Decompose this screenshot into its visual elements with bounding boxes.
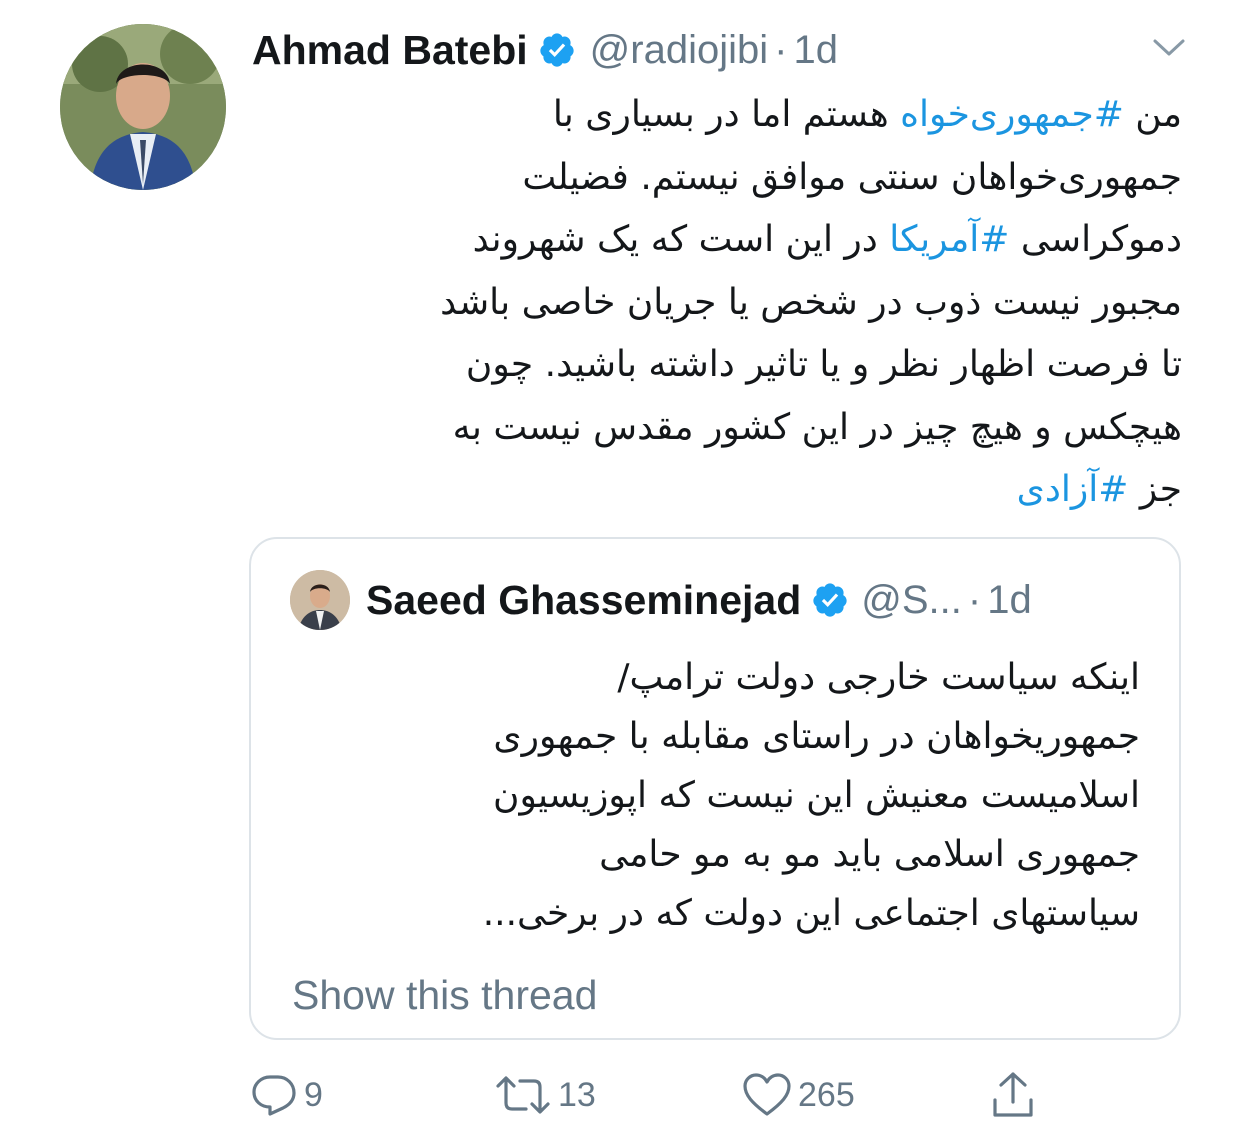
tweet-text-segment: مجبور نیست ذوب در شخص یا جریان خاصی باشد [440,281,1182,323]
separator-dot: · [967,577,982,622]
quoted-text-line: جمهوریخواهان در راستای مقابله با جمهوری [493,716,1140,757]
like-button[interactable]: 265 [742,1068,855,1122]
tweet-text-segment: در این است که یک شهروند [472,219,890,260]
tweet-timestamp[interactable]: 1d [793,28,838,73]
heart-icon [742,1072,792,1118]
tweet-text-line: هیچکس و هیچ چیز در این کشور مقدس نیست به [250,397,1182,460]
like-count: 265 [798,1075,855,1114]
verified-badge-icon [811,581,849,619]
quoted-text-line: سیاستهای اجتماعی این دولت که در برخی... [482,893,1140,934]
reply-count: 9 [304,1075,323,1114]
quoted-tweet-text: اینکه سیاست خارجی دولت ترامپ/ جمهوریخواه… [290,648,1140,943]
share-button[interactable] [990,1068,1036,1122]
tweet-text-line: من #جمهوری‌خواه هستم اما در بسیاری با [250,84,1182,147]
separator-dot: · [774,27,788,72]
tweet-text-segment: دموکراسی [1009,219,1182,260]
share-icon [990,1070,1036,1120]
quoted-tweet-header: Saeed Ghasseminejad @S... · 1d [366,572,1032,628]
tweet-text-line: جمهوری‌خواهان سنتی موافق نیستم. فضیلت [250,147,1182,210]
tweet-header: Ahmad Batebi @radiojibi · 1d [252,22,838,78]
chevron-down-icon[interactable] [1150,32,1188,62]
retweet-button[interactable]: 13 [494,1068,596,1122]
tweet-text-line: تا فرصت اظهار نظر و یا تاثیر داشته باشید… [250,334,1182,397]
tweet-text-segment: هستم اما در بسیاری با [552,94,901,135]
retweet-icon [494,1073,552,1117]
reply-icon [250,1073,298,1117]
hashtag-link[interactable]: #آمریکا [889,219,1009,260]
tweet-text-segment: جمهوری‌خواهان سنتی موافق نیستم. فضیلت [522,156,1182,198]
quoted-tweet-timestamp[interactable]: 1d [987,578,1032,623]
author-name[interactable]: Ahmad Batebi [252,27,528,74]
verified-badge-icon [538,31,576,69]
tweet-text-segment: تا فرصت اظهار نظر و یا تاثیر داشته باشید… [465,344,1182,385]
quoted-author-avatar[interactable] [290,570,350,630]
quoted-text-line: اینکه سیاست خارجی دولت ترامپ/ [617,657,1140,698]
tweet-text-segment: هیچکس و هیچ چیز در این کشور مقدس نیست به [452,406,1182,448]
show-thread-link[interactable]: Show this thread [292,972,597,1019]
hashtag-link[interactable]: #جمهوری‌خواه [900,94,1124,135]
retweet-count: 13 [558,1075,596,1114]
quoted-text-line: جمهوری اسلامی باید مو به مو حامی [599,834,1140,875]
quoted-author-handle[interactable]: @S... [861,578,962,623]
tweet-text-segment: من [1123,94,1182,135]
tweet-text: من #جمهوری‌خواه هستم اما در بسیاری با جمه… [250,84,1182,522]
tweet-text-segment: جز [1128,469,1182,510]
reply-button[interactable]: 9 [250,1068,323,1122]
quoted-author-name[interactable]: Saeed Ghasseminejad [366,577,801,624]
quoted-text-line: اسلامیست معنیش این نیست که اپوزیسیون [493,775,1140,816]
tweet-text-line: دموکراسی #آمریکا در این است که یک شهروند [250,209,1182,272]
tweet-text-line: جز #آزادی [250,459,1182,522]
author-avatar[interactable] [60,24,226,190]
tweet-text-line: مجبور نیست ذوب در شخص یا جریان خاصی باشد [250,272,1182,335]
author-handle[interactable]: @radiojibi [590,28,768,73]
hashtag-link[interactable]: #آزادی [1017,469,1129,510]
